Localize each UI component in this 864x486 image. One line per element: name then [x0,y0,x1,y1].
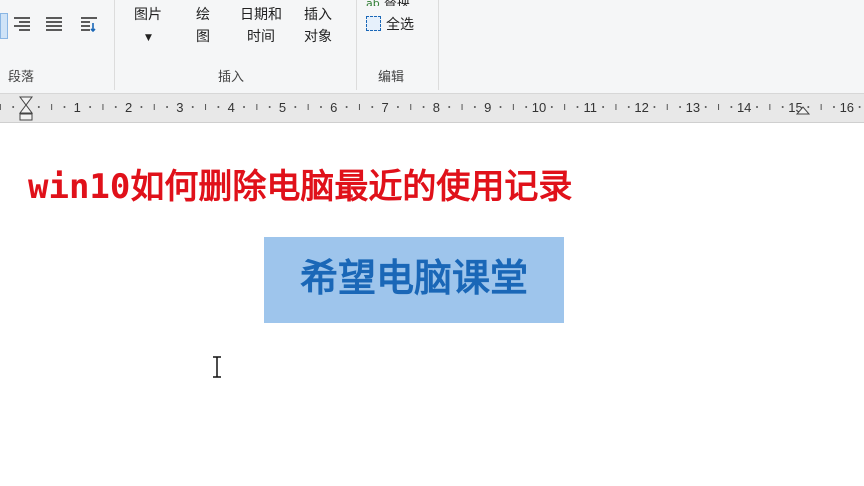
insert-group-label: 插入 [218,70,245,85]
ruler-tick [756,106,759,108]
group-separator [356,0,357,90]
ruler-number: 10 [532,100,546,115]
ruler-tick [191,106,194,108]
ruler-tick [448,106,451,108]
picture-label: 图片 [134,7,162,23]
ruler-tick [499,106,502,108]
ruler-tick [114,106,117,108]
ribbon: 段落 图片 ▼ 绘 图 日期和 时间 插入 对象 插入 ab 替换 全选 编辑 [0,0,864,94]
ruler-tick [832,106,835,108]
drawing-label-line2: 图 [196,29,210,45]
ruler-tick [653,106,656,108]
ruler-number: 1 [74,100,81,115]
ruler-tick [807,106,810,108]
ruler-number: 9 [484,100,491,115]
ruler-tick [294,106,297,108]
paragraph-group-label: 段落 [8,70,35,85]
ruler-tick [704,106,707,108]
ruler-tick [268,106,271,108]
ruler-tick [140,106,143,108]
picture-dropdown-arrow-icon[interactable]: ▼ [145,33,152,43]
datetime-label-line1: 日期和 [240,7,282,23]
ruler-number: 12 [634,100,648,115]
text-cursor-icon [213,356,221,378]
group-separator [114,0,115,90]
ruler-tick [473,106,476,108]
ruler-tick [243,106,246,108]
datetime-label-line2: 时间 [247,29,275,45]
ruler-tick [319,106,322,108]
ruler-number: 7 [381,100,388,115]
object-label-line1: 插入 [304,7,332,23]
ruler-number: 4 [228,100,235,115]
select-all-button[interactable]: 全选 [366,15,414,35]
group-separator [438,0,439,90]
ruler-tick [679,106,682,108]
ruler-tick [371,106,374,108]
ruler-tick [550,106,553,108]
document-subtitle[interactable]: 希望电脑课堂 [264,247,564,302]
ruler-scale: 1 2 3 4 5 6 7 8 9 10 11 12 13 14 15 16 [0,96,861,121]
drawing-button[interactable]: 绘 图 [190,4,216,48]
ruler-number: 16 [840,100,854,115]
replace-icon: ab [366,0,380,6]
picture-button[interactable]: 图片 [128,4,168,26]
ruler-tick [576,106,579,108]
replace-button[interactable]: ab 替换 [366,0,410,6]
drawing-label-line1: 绘 [196,7,210,23]
align-left-selected[interactable] [0,13,8,39]
ruler-tick [627,106,630,108]
ruler-tick [525,106,528,108]
ruler-number: 11 [584,100,598,115]
insert-object-button[interactable]: 插入 对象 [298,4,338,48]
select-all-icon [366,16,381,31]
ruler-tick [345,106,348,108]
select-all-label: 全选 [386,17,414,33]
ruler-tick [63,106,66,108]
justify-icon[interactable] [43,13,65,35]
datetime-button[interactable]: 日期和 时间 [233,4,289,48]
horizontal-ruler[interactable]: 1 2 3 4 5 6 7 8 9 10 11 12 13 14 15 16 [0,94,864,123]
ruler-tick [37,106,40,108]
ruler-number: 6 [330,100,337,115]
ruler-number: 14 [737,100,751,115]
edit-group-label: 编辑 [378,70,405,85]
ruler-number: 5 [279,100,286,115]
ruler-tick [422,106,425,108]
align-right-icon[interactable] [10,13,32,35]
left-indent-marker[interactable] [19,96,33,121]
replace-label: 替换 [384,0,410,6]
ruler-tick [781,106,784,108]
ruler-tick [730,106,733,108]
ruler-number: 2 [125,100,132,115]
ruler-tick [396,106,399,108]
ruler-tick [166,106,169,108]
ruler-number: 8 [433,100,440,115]
ruler-tick [858,106,861,108]
document-title[interactable]: win10如何删除电脑最近的使用记录 [28,159,572,208]
ruler-tick [89,106,92,108]
ruler-number: 3 [176,100,183,115]
ruler-tick [602,106,605,108]
ruler-tick [217,106,220,108]
object-label-line2: 对象 [304,29,332,45]
paragraph-settings-icon[interactable] [78,13,100,35]
ruler-number: 13 [686,100,700,115]
ruler-tick [12,106,15,108]
